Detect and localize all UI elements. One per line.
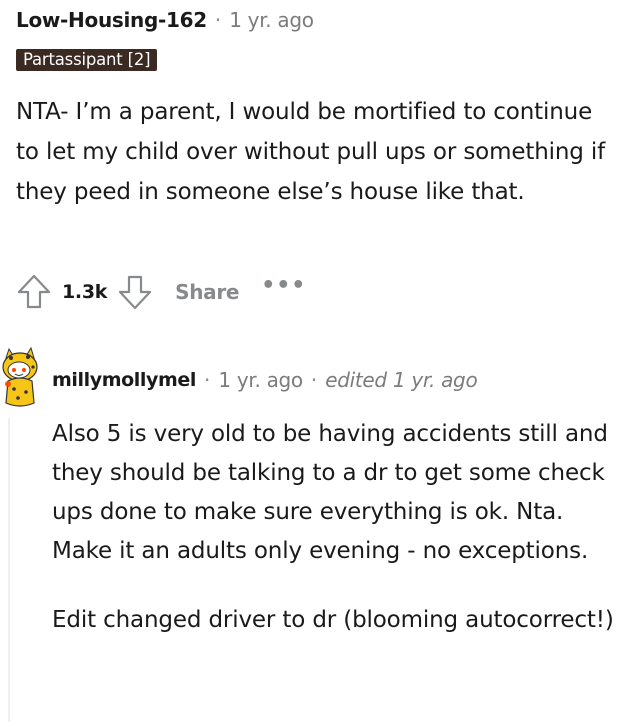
downvote-button[interactable] — [117, 273, 153, 311]
meta-separator: · — [310, 368, 318, 392]
reply-author[interactable]: millymollymel — [52, 369, 196, 391]
thread-line[interactable] — [8, 418, 10, 722]
user-flair: Partassipant [2] — [16, 49, 158, 71]
comment-timestamp[interactable]: 1 yr. ago — [229, 8, 314, 32]
reply-body: Also 5 is very old to be having accident… — [52, 415, 614, 670]
upvote-arrow-icon — [17, 274, 51, 309]
reply-paragraph: Edit changed driver to dr (blooming auto… — [52, 607, 614, 633]
comment-actions: 1.3k Share ••• — [16, 272, 306, 312]
comment-author[interactable]: Low-Housing-162 — [16, 8, 207, 32]
more-options-button[interactable]: ••• — [261, 273, 306, 298]
meta-separator: · — [214, 8, 222, 32]
reply-paragraph: Also 5 is very old to be having accident… — [52, 421, 608, 564]
upvote-button[interactable] — [16, 273, 52, 311]
share-button[interactable]: Share — [175, 280, 239, 304]
downvote-arrow-icon — [119, 275, 152, 310]
reply-timestamp[interactable]: 1 yr. ago — [218, 368, 303, 392]
comment-body: NTA- I’m a parent, I would be mortified … — [16, 92, 616, 212]
snoo-avatar-icon[interactable] — [0, 345, 40, 413]
vote-score: 1.3k — [62, 281, 108, 303]
comment-header: Low-Housing-162 · 1 yr. ago — [16, 8, 314, 32]
meta-separator: · — [203, 368, 211, 392]
comment-text: NTA- I’m a parent, I would be mortified … — [16, 99, 606, 205]
reply-header: millymollymel · 1 yr. ago · edited 1 yr.… — [52, 368, 478, 392]
edited-label: edited 1 yr. ago — [325, 368, 478, 392]
